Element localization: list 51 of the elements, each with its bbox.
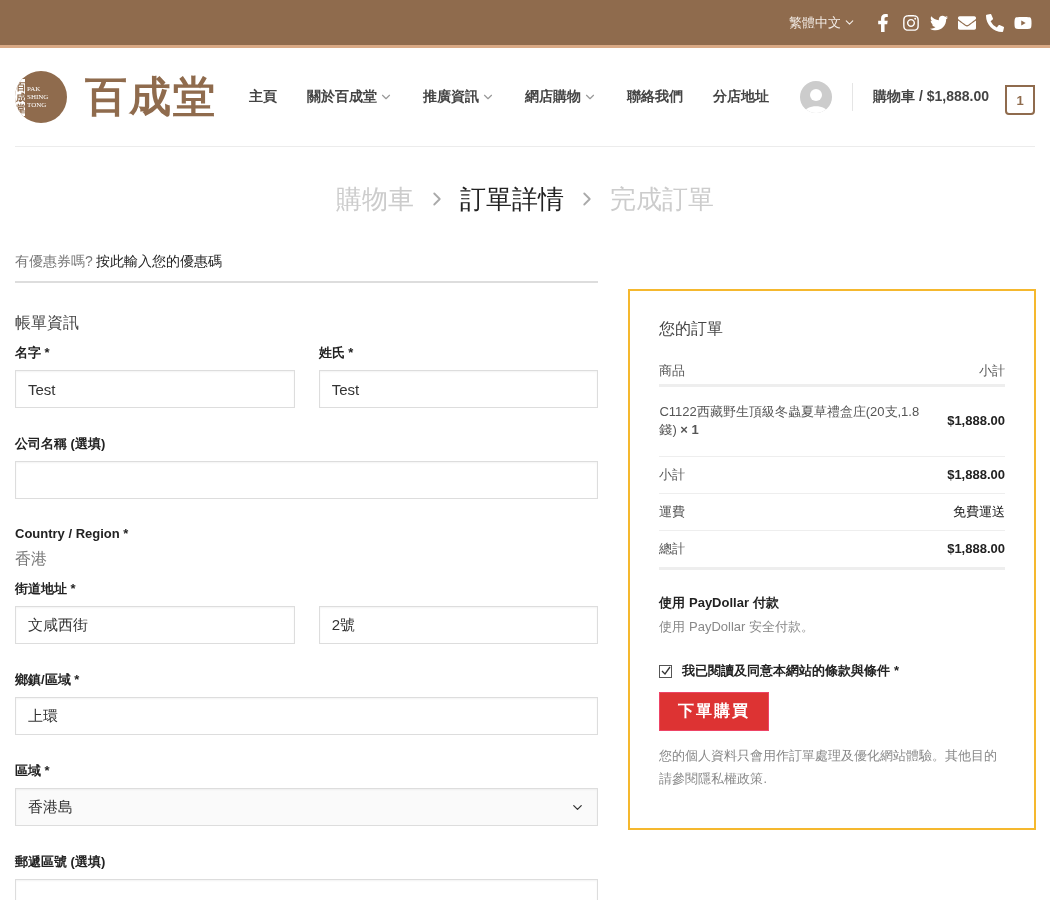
field-label: 公司名稱 (選填) (15, 435, 107, 453)
summary-value: $1,888.00 (947, 465, 1005, 484)
nav-link[interactable]: 主頁 (249, 88, 277, 106)
product-name: C1122西藏野生頂級冬蟲夏草禮盒庄(20支,1.8錢) × 1 (659, 403, 921, 440)
select-field[interactable]: 香港島 (15, 788, 599, 826)
payment-description: 使用 PayDollar 安全付款。 (659, 618, 815, 637)
payment-title: 使用 PayDollar 付款 (659, 594, 780, 613)
terms-checkbox[interactable] (659, 664, 673, 678)
mail-icon[interactable] (958, 13, 976, 32)
input-field[interactable] (15, 461, 599, 499)
field-label: 鄉鎮/區域 * (15, 671, 81, 689)
field-label: 姓氏 * (318, 344, 355, 362)
column-header: 商品 (659, 362, 686, 380)
input-field[interactable]: 2號 (318, 606, 599, 644)
field-label: 區域 * (15, 762, 51, 780)
privacy-note: 您的個人資料只會用作訂單處理及優化網站體驗。其他目的請參閱隱私權政策. (659, 748, 999, 788)
field-label: 郵遞區號 (選填) (15, 853, 107, 871)
summary-value: 免費運送 (953, 502, 1005, 521)
nav-link[interactable]: 分店地址 (713, 88, 769, 106)
nav-link[interactable]: 關於百成堂 (307, 88, 393, 106)
cart-link[interactable]: 購物車 / $1,888.00 (873, 88, 989, 106)
coupon-link[interactable]: 按此輸入您的優惠碼 (95, 253, 222, 269)
summary-label: 小計 (659, 465, 686, 484)
section-title: 帳單資訊 (15, 313, 80, 333)
nav-link[interactable]: 網店購物 (525, 88, 597, 106)
brand-name[interactable]: 百成堂 (85, 69, 217, 125)
column-header: 小計 (979, 362, 1005, 380)
input-field[interactable]: 上環 (15, 697, 599, 735)
coupon-question: 有優惠券嗎? (15, 253, 93, 269)
language-switcher[interactable]: 繁體中文 (789, 13, 856, 32)
place-order-button[interactable]: 下單購買 (659, 692, 770, 732)
checkout-step[interactable]: 訂單詳情 (460, 181, 564, 217)
field-label: 名字 * (15, 344, 51, 362)
twitter-icon[interactable] (930, 13, 948, 32)
input-field[interactable]: Test (318, 370, 599, 408)
input-field[interactable]: 文咸西街 (15, 606, 295, 644)
order-title: 您的訂單 (659, 319, 725, 339)
summary-value: $1,888.00 (947, 539, 1005, 558)
terms-label: 我已閱讀及同意本網站的條款與條件 * (682, 662, 900, 681)
cart-count[interactable]: 1 (1005, 85, 1035, 115)
product-total: $1,888.00 (947, 412, 1005, 431)
field-label: 街道地址 * (15, 580, 77, 598)
field-label: Country / Region * (15, 526, 130, 541)
instagram-icon[interactable] (902, 13, 920, 32)
summary-label: 運費 (659, 502, 686, 521)
nav-link[interactable]: 推廣資訊 (423, 88, 495, 106)
nav-link[interactable]: 聯絡我們 (627, 88, 683, 106)
country-value: 香港 (15, 549, 48, 569)
summary-label: 總計 (659, 539, 686, 558)
input-field[interactable]: Test (15, 370, 295, 408)
phone-icon[interactable] (986, 13, 1004, 32)
